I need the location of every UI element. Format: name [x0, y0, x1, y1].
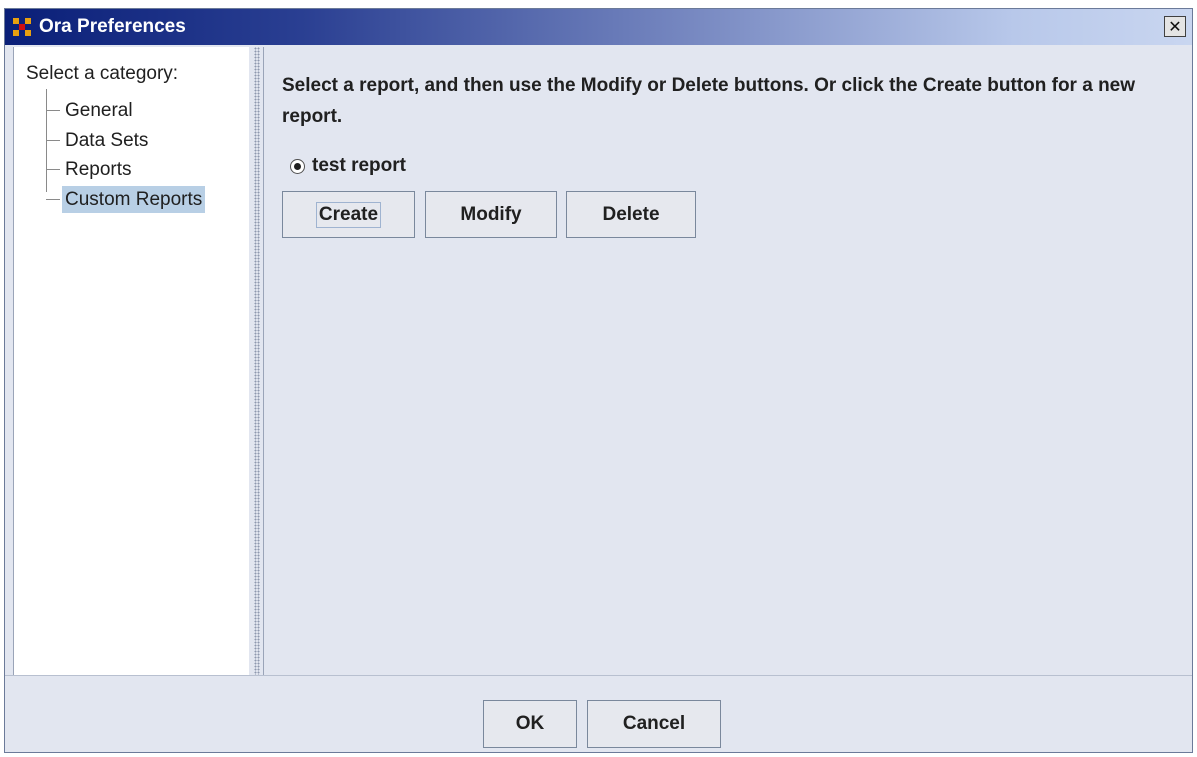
report-option-label: test report [312, 155, 406, 176]
category-item-label: General [65, 100, 133, 121]
category-item-label: Custom Reports [62, 186, 206, 213]
instructions-text: Select a report, and then use the Modify… [282, 75, 1136, 127]
create-button-label: Create [315, 201, 382, 228]
tree-branch-line [46, 110, 60, 112]
category-item-reports[interactable]: Reports [46, 156, 135, 184]
create-button[interactable]: Create [282, 191, 415, 238]
ok-button[interactable]: OK [483, 700, 577, 748]
delete-button[interactable]: Delete [566, 191, 696, 238]
preferences-dialog: Ora Preferences ✕ Select a category: Gen… [4, 8, 1193, 753]
split-pane-divider[interactable] [249, 47, 264, 675]
category-item-general[interactable]: General [46, 97, 136, 125]
cancel-button-label: Cancel [622, 713, 686, 734]
tree-branch-line [46, 169, 60, 171]
ora-app-icon [13, 18, 31, 36]
category-item-label: Data Sets [65, 130, 149, 151]
category-item-label: Reports [65, 159, 132, 180]
divider-grip [254, 47, 260, 675]
tree-branch-line [46, 199, 60, 201]
category-item-data-sets[interactable]: Data Sets [46, 127, 151, 155]
dialog-footer: OK Cancel [5, 675, 1192, 752]
window-title: Ora Preferences [39, 16, 186, 37]
ok-button-label: OK [515, 713, 545, 734]
custom-reports-panel: Select a report, and then use the Modify… [264, 47, 1190, 675]
title-bar[interactable]: Ora Preferences ✕ [5, 9, 1192, 45]
cancel-button[interactable]: Cancel [587, 700, 721, 748]
category-tree: Select a category: General Data Sets Rep… [13, 47, 250, 675]
delete-button-label: Delete [602, 203, 660, 225]
modify-button-label: Modify [460, 203, 522, 225]
close-button[interactable]: ✕ [1164, 16, 1186, 37]
tree-branch-line [46, 140, 60, 142]
report-option-test-report[interactable]: test report [290, 151, 406, 181]
modify-button[interactable]: Modify [425, 191, 557, 238]
category-item-custom-reports[interactable]: Custom Reports [46, 186, 206, 214]
radio-selected-icon[interactable] [290, 158, 305, 174]
close-icon: ✕ [1168, 16, 1182, 36]
category-tree-root: Select a category: [26, 63, 179, 84]
